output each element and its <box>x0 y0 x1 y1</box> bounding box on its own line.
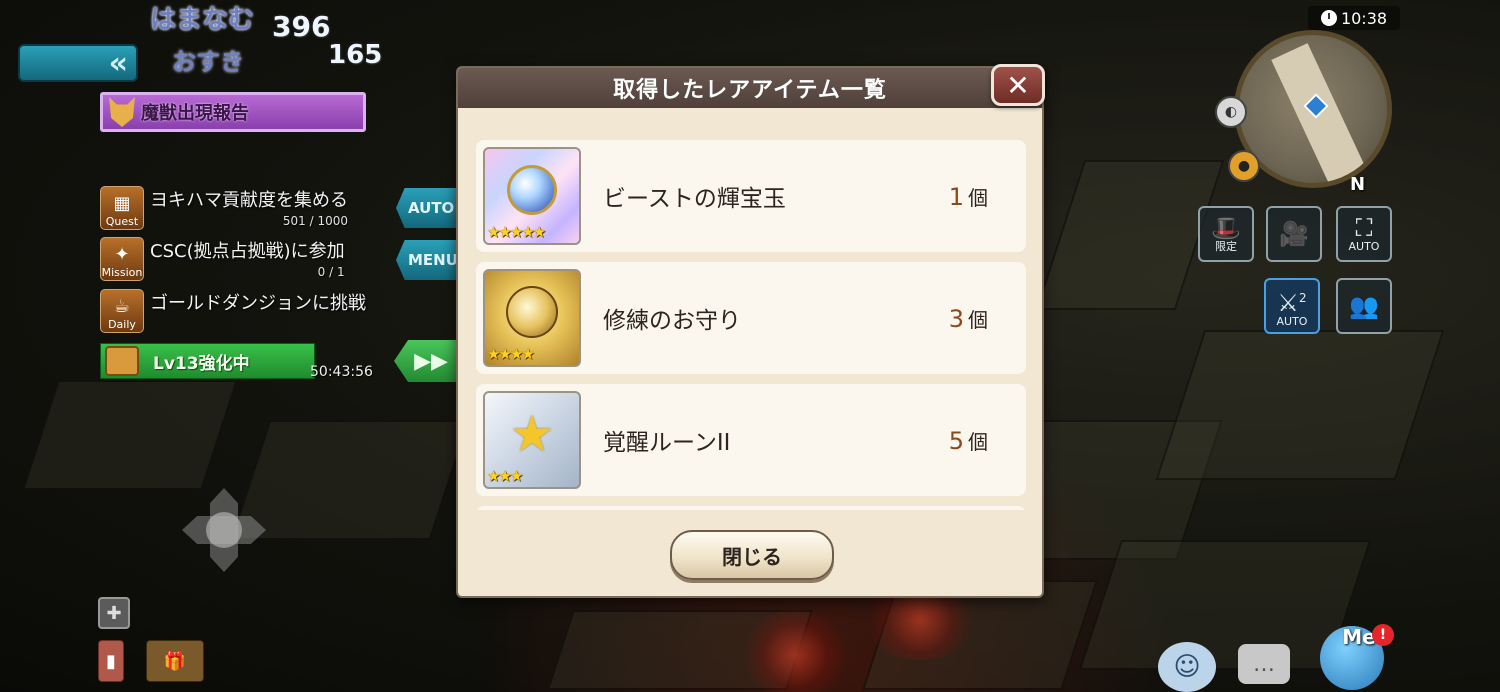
close-icon[interactable]: ✕ <box>991 64 1045 106</box>
menu-tab[interactable]: MENU <box>396 240 458 280</box>
item-thumbnail: ★ ★★★ <box>483 391 581 489</box>
joystick-knob[interactable] <box>206 512 242 548</box>
map-zoom-icon[interactable]: ◐ <box>1215 96 1247 128</box>
item-list[interactable]: ★★★★★ ビーストの輝宝玉 1個 ★★★★ 修練のお守り 3個 ★ ★★★ 覚… <box>458 108 1042 510</box>
item-thumbnail: ★★★★ <box>483 269 581 367</box>
mission-progress: 0 / 1 <box>317 265 345 279</box>
player-stat-top: 396 <box>272 10 331 43</box>
clock-time: 10:38 <box>1340 8 1388 28</box>
limited-button[interactable]: 🎩 限定 <box>1198 206 1254 262</box>
video-camera-icon: 🎥 <box>1279 220 1309 248</box>
group-icon: 👥 <box>1349 292 1379 320</box>
back-button[interactable]: « <box>18 44 138 82</box>
quest-icon: ▦ Quest <box>100 186 144 230</box>
mission-title: CSC(拠点占拠戦)に参加 <box>150 241 345 262</box>
dialog-header: 取得したレアアイテム一覧 <box>458 68 1042 108</box>
item-name: ビーストの輝宝玉 <box>603 186 786 212</box>
monster-report-banner[interactable]: 魔獣出現報告 <box>100 92 366 132</box>
amulet-icon <box>506 286 558 339</box>
player-name: はまなむ <box>150 5 255 35</box>
clock-icon <box>1320 10 1337 26</box>
player-stat-bottom: 165 <box>328 40 383 70</box>
person-focus-icon: ⛶ <box>1355 214 1373 242</box>
me-label: Me <box>1342 625 1376 649</box>
enhance-label: Lv13強化中 <box>153 353 250 374</box>
auto-focus-button[interactable]: ⛶ AUTO <box>1336 206 1392 262</box>
item-quantity: 5個 <box>948 426 988 455</box>
item-shortcut-icon[interactable]: 🎁 <box>146 640 204 682</box>
mission-icon: ✦ Mission <box>100 237 144 281</box>
item-quantity: 1個 <box>948 182 988 211</box>
virtual-joystick[interactable] <box>182 488 266 572</box>
top-hat-icon: 🎩 <box>1211 214 1241 242</box>
item-name: 修練のお守り <box>603 308 741 334</box>
dialog-title: 取得したレアアイテム一覧 <box>613 78 887 103</box>
list-item: ★ ★★★ 覚醒ルーンII 5個 <box>476 384 1026 496</box>
quest-progress: 501 / 1000 <box>282 214 348 228</box>
close-button[interactable]: 閉じる <box>670 530 834 580</box>
player-subname: おすき <box>172 48 244 76</box>
camera-button[interactable]: 🎥 <box>1266 206 1322 262</box>
sword-icon: ⚔2 <box>1277 288 1307 317</box>
quest-row-mission[interactable]: ✦ Mission CSC(拠点占拠戦)に参加 0 / 1 <box>100 237 345 281</box>
auto-tab[interactable]: AUTO <box>396 188 458 228</box>
alert-badge-icon: ! <box>1372 624 1394 646</box>
list-item-partial <box>476 506 1026 510</box>
fox-mask-icon <box>109 97 135 127</box>
auto-x2-button[interactable]: ⚔2 AUTO <box>1264 278 1320 334</box>
me-mascot-button[interactable]: Me ! <box>1308 612 1400 692</box>
back-icon: « <box>108 45 128 81</box>
list-item: ★★★★ 修練のお守り 3個 <box>476 262 1026 374</box>
item-thumbnail: ★★★★★ <box>483 147 581 245</box>
chat-bubble-icon[interactable]: … <box>1238 644 1290 684</box>
item-name: 覚醒ルーンII <box>603 430 731 456</box>
plus-button[interactable]: ✚ <box>98 597 130 629</box>
item-quantity: 3個 <box>948 304 988 333</box>
jewel-orb-icon <box>507 165 557 216</box>
compass-north: N <box>1350 174 1366 195</box>
rarity-stars: ★★★★ <box>487 345 535 363</box>
quest-row-daily[interactable]: ☕ Daily ゴールドダンジョンに挑戦 <box>100 289 366 333</box>
rarity-stars: ★★★★★ <box>487 223 546 241</box>
treasure-chest-icon <box>105 346 139 376</box>
party-button[interactable]: 👥 <box>1336 278 1392 334</box>
quest-title: ヨキハマ貢献度を集める <box>150 190 348 211</box>
rare-items-dialog: 取得したレアアイテム一覧 ★★★★★ ビーストの輝宝玉 1個 ★★★★ 修練のお… <box>456 66 1044 598</box>
potion-icon[interactable]: ▮ <box>98 640 124 682</box>
enhance-status-bar[interactable]: Lv13強化中 <box>100 343 315 379</box>
emote-face-icon[interactable]: ☺ <box>1158 642 1216 692</box>
daily-icon: ☕ Daily <box>100 289 144 333</box>
character-face-icon[interactable]: ● <box>1228 150 1260 182</box>
rarity-stars: ★★★ <box>487 467 523 485</box>
list-item: ★★★★★ ビーストの輝宝玉 1個 <box>476 140 1026 252</box>
clock: 10:38 <box>1308 6 1400 30</box>
report-banner-label: 魔獣出現報告 <box>141 103 249 124</box>
quest-row-quest[interactable]: ▦ Quest ヨキハマ貢献度を集める 501 / 1000 <box>100 186 348 230</box>
enhance-timer: 50:43:56 <box>310 364 373 380</box>
daily-title: ゴールドダンジョンに挑戦 <box>150 293 366 314</box>
star-rune-icon: ★ <box>509 405 555 464</box>
